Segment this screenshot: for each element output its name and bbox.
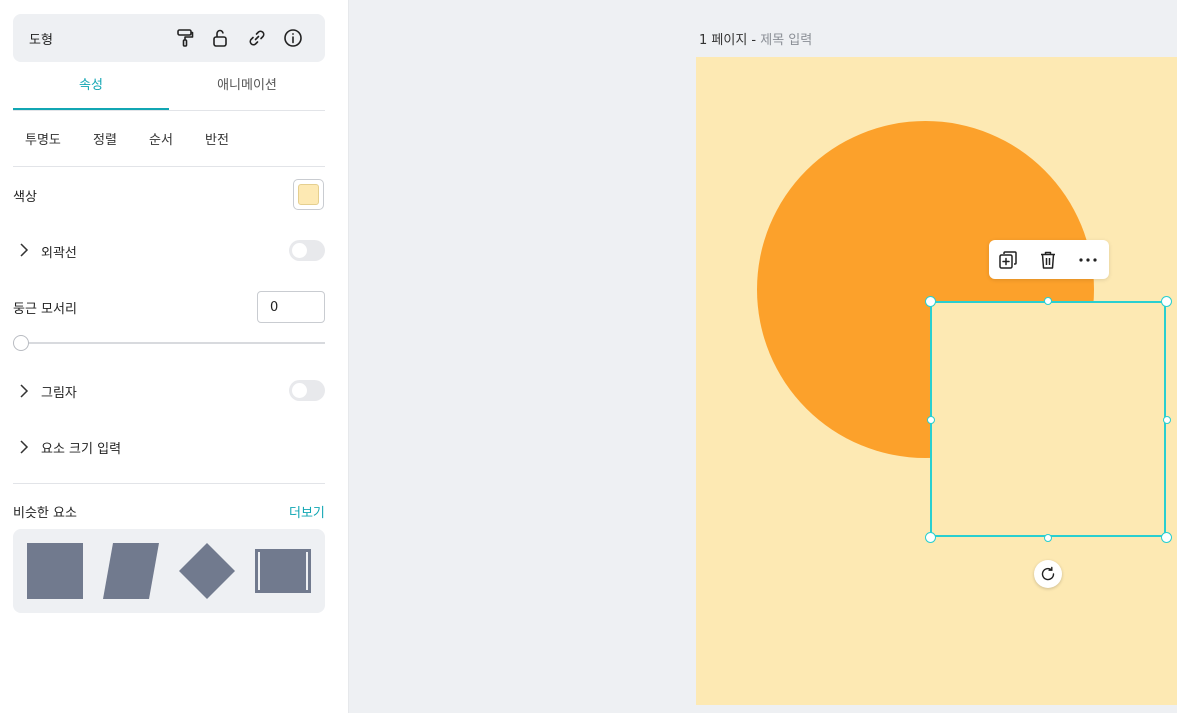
subtab-align[interactable]: 정렬 [93, 129, 117, 148]
properties-panel: 도형 속성 애니메이션 투명도 정렬 순서 반전 색상 외곽선 둥근 모서리 0… [0, 0, 349, 713]
link-icon[interactable] [245, 26, 269, 50]
resize-handle-bottom-right[interactable] [1161, 532, 1172, 543]
resize-handle-top-right[interactable] [1161, 296, 1172, 307]
color-label: 색상 [13, 190, 37, 205]
panel-header: 도형 [13, 14, 325, 62]
shadow-label: 그림자 [41, 386, 77, 401]
color-swatch[interactable] [293, 179, 324, 210]
parallelogram-shape[interactable] [102, 543, 160, 600]
diamond-shape[interactable] [178, 543, 236, 600]
resize-handle-bottom[interactable] [1044, 534, 1052, 542]
color-swatch-fill [298, 184, 319, 205]
corner-radius-label: 둥근 모서리 [13, 302, 77, 317]
trash-icon[interactable] [1036, 248, 1060, 272]
chevron-right-icon[interactable] [17, 243, 31, 257]
subtab-opacity[interactable]: 투명도 [25, 129, 61, 148]
see-more-link[interactable]: 더보기 [289, 502, 325, 521]
resize-handle-top[interactable] [1044, 297, 1052, 305]
corner-radius-input[interactable] [257, 291, 325, 323]
resize-handle-left[interactable] [927, 416, 935, 424]
floating-toolbar [989, 240, 1109, 279]
toggle-knob [292, 243, 307, 258]
subtab-flip[interactable]: 반전 [205, 129, 229, 148]
more-icon[interactable] [1076, 248, 1100, 272]
chevron-right-icon[interactable] [17, 384, 31, 398]
corner-radius-slider-handle[interactable] [13, 335, 29, 351]
resize-handle-top-left[interactable] [925, 296, 936, 307]
page-title-input[interactable]: 제목 입력 [760, 33, 812, 48]
corner-radius-slider-track[interactable] [20, 342, 325, 344]
divider [13, 483, 325, 484]
resize-handle-right[interactable] [1163, 416, 1171, 424]
subtab-order[interactable]: 순서 [149, 129, 173, 148]
subtabs: 투명도 정렬 순서 반전 [13, 118, 325, 167]
selection-box[interactable] [930, 301, 1166, 537]
tab-animation[interactable]: 애니메이션 [169, 70, 325, 109]
similar-elements-list [13, 529, 325, 613]
rotate-icon [1041, 566, 1055, 581]
toggle-knob [292, 383, 307, 398]
film-strip-shape[interactable] [254, 543, 312, 600]
similar-elements-label: 비슷한 요소 [13, 506, 77, 521]
page-number: 1 페이지 - [699, 33, 757, 48]
size-input-label[interactable]: 요소 크기 입력 [41, 438, 121, 457]
panel-tabs: 속성 애니메이션 [13, 70, 325, 111]
page-header: 1 페이지 - 제목 입력 [699, 29, 812, 48]
info-icon[interactable] [281, 26, 305, 50]
shadow-toggle[interactable] [289, 380, 325, 401]
tab-properties[interactable]: 속성 [13, 70, 169, 110]
square-shape[interactable] [26, 543, 84, 600]
rotate-handle[interactable] [1034, 560, 1062, 588]
duplicate-icon[interactable] [996, 248, 1020, 272]
outline-toggle[interactable] [289, 240, 325, 261]
chevron-right-icon[interactable] [17, 440, 31, 454]
panel-title: 도형 [29, 33, 53, 48]
outline-label: 외곽선 [41, 246, 77, 261]
paint-roller-icon[interactable] [173, 26, 197, 50]
unlock-icon[interactable] [208, 26, 232, 50]
resize-handle-bottom-left[interactable] [925, 532, 936, 543]
